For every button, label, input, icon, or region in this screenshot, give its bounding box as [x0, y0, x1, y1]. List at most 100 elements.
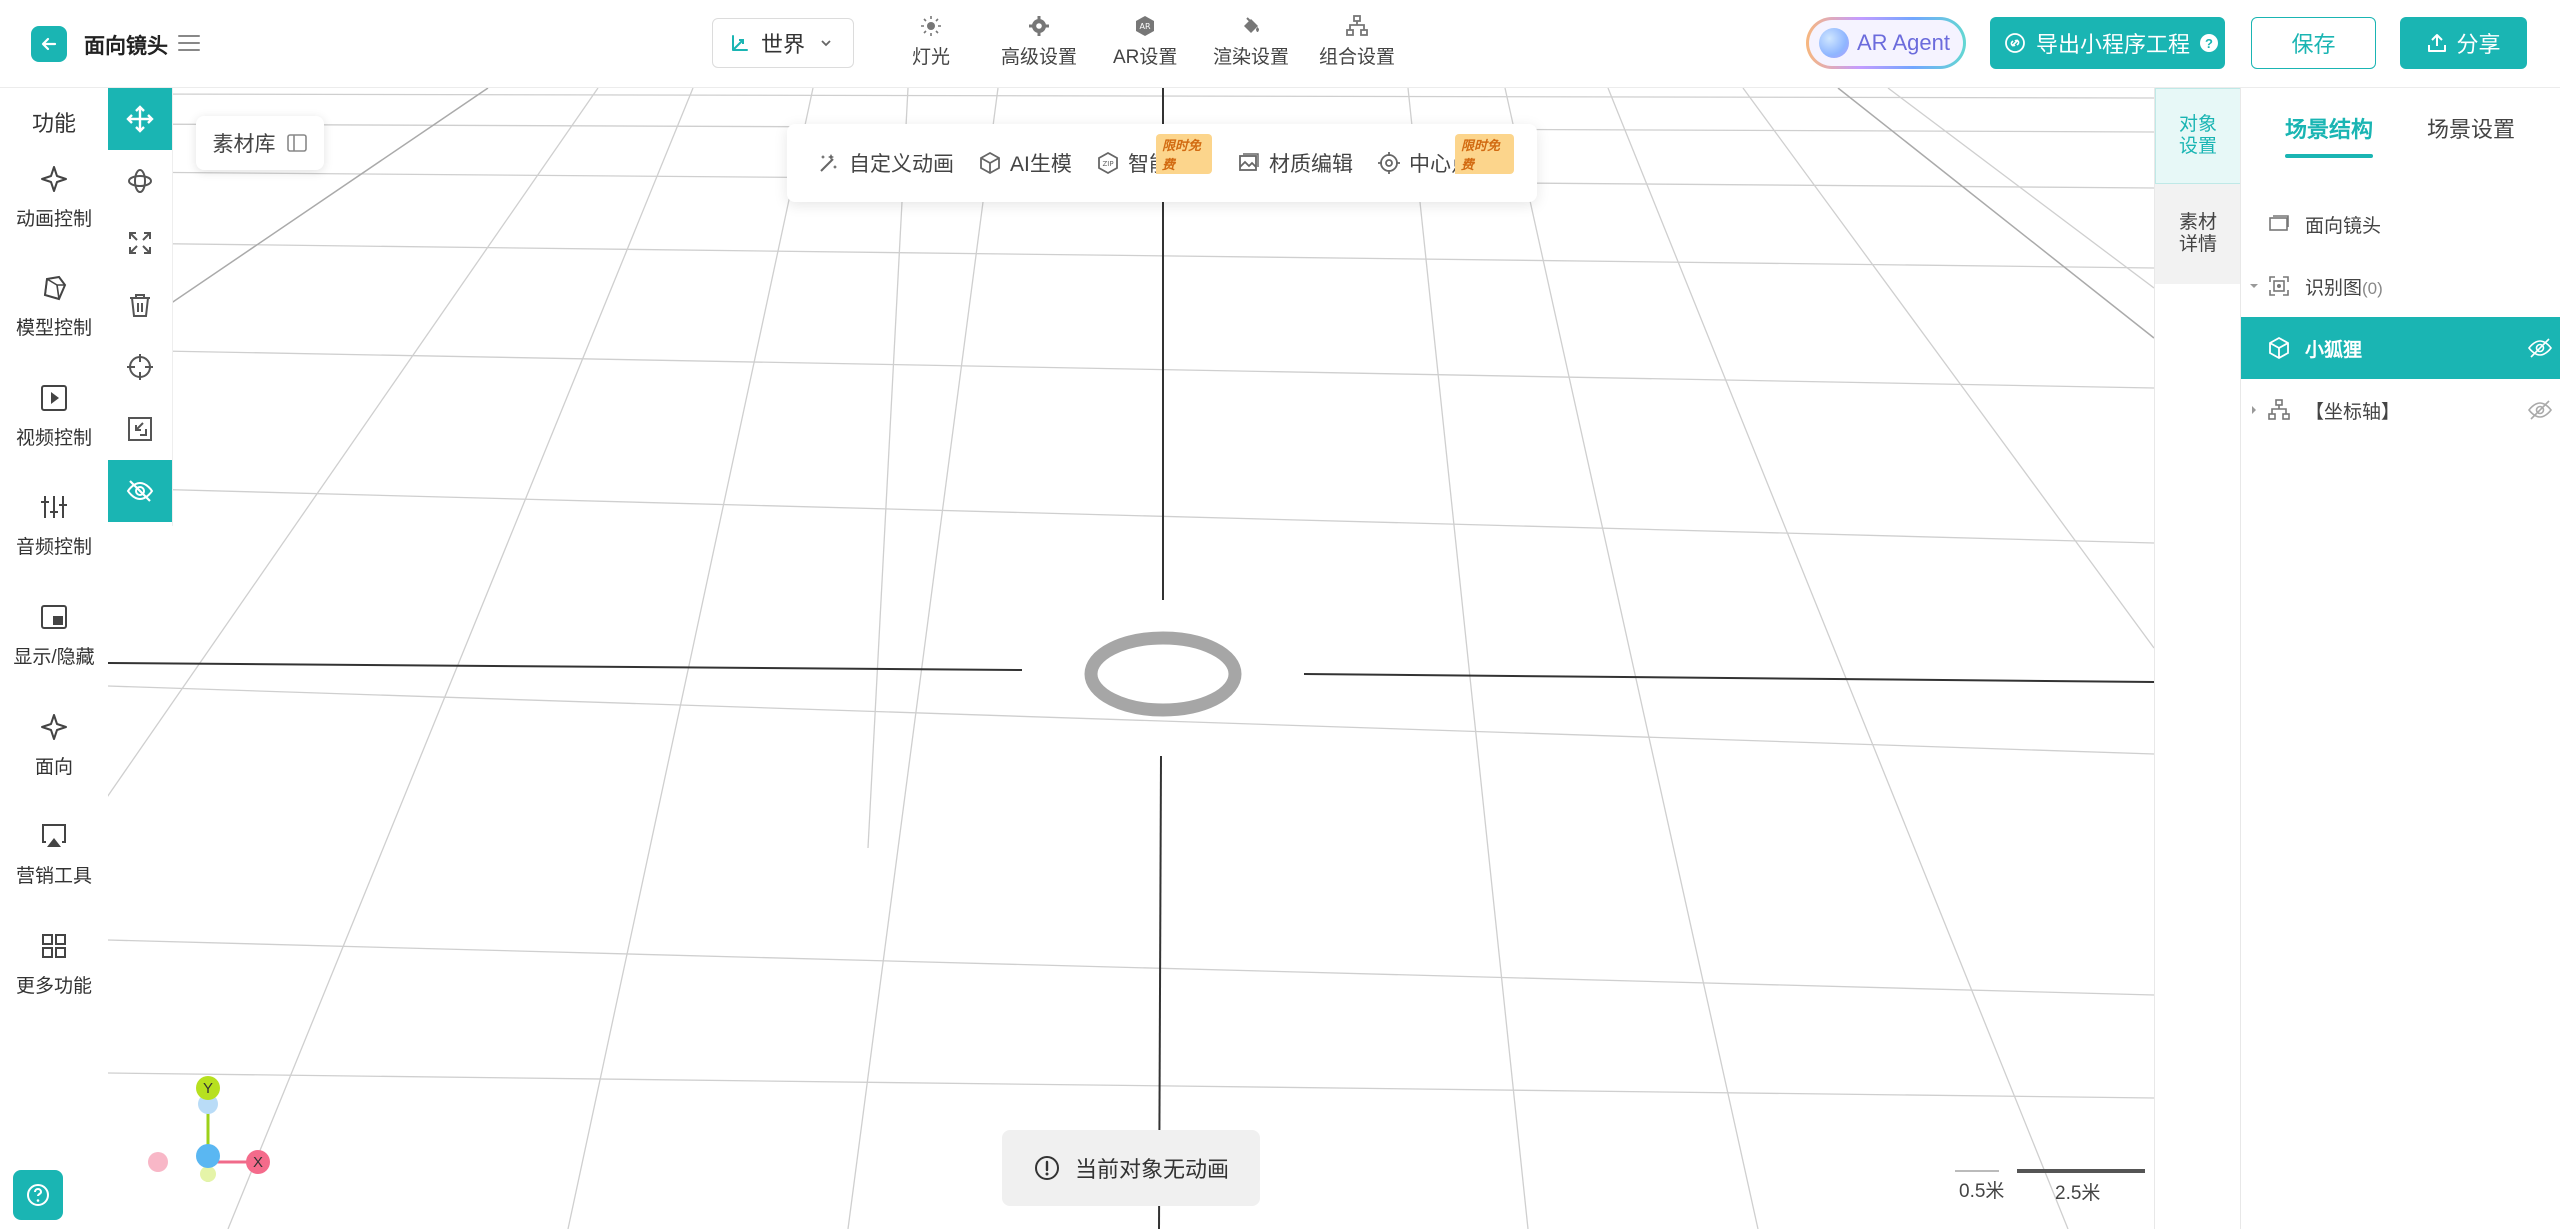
- focus-tool[interactable]: [108, 336, 172, 398]
- gear-icon: [1029, 16, 1049, 36]
- tab-asset-details[interactable]: 素材 详情: [2155, 184, 2241, 284]
- custom-animation-button[interactable]: 自定义动画: [817, 148, 954, 178]
- svg-text:AR: AR: [1140, 22, 1151, 31]
- tool-light[interactable]: 灯光: [912, 14, 950, 69]
- light-icon: [921, 16, 941, 36]
- zip-icon: ZIP: [1098, 151, 1118, 175]
- cube-icon: [43, 275, 67, 301]
- material-edit-label: 材质编辑: [1269, 153, 1353, 176]
- move-tool[interactable]: [108, 88, 172, 150]
- ai-model-label: AI生模: [1010, 153, 1072, 176]
- menu-icon[interactable]: [176, 30, 202, 56]
- sidebar-item-marketing[interactable]: 营销工具: [0, 821, 108, 888]
- model-placeholder-ring[interactable]: [1084, 631, 1242, 717]
- ai-cube-icon: [980, 151, 1000, 175]
- share-button[interactable]: 分享: [2400, 17, 2527, 69]
- limited-free-badge: 限时免费: [1156, 134, 1212, 174]
- sidebar-item-visibility[interactable]: 显示/隐藏: [0, 602, 108, 669]
- axis-icon: [732, 35, 748, 51]
- sidebar-item-more[interactable]: 更多功能: [0, 931, 108, 998]
- function-sidebar-title: 功能: [32, 111, 77, 136]
- transform-toolstrip: [108, 88, 172, 526]
- info-circle-icon: [1034, 1156, 1059, 1180]
- tree-item-axis[interactable]: 【坐标轴】: [2241, 379, 2560, 441]
- toast-message: 当前对象无动画: [1074, 1157, 1229, 1182]
- ar-agent-orb-icon: [1819, 28, 1849, 58]
- hierarchy-icon: [2268, 399, 2290, 420]
- link-icon: [2005, 33, 2025, 53]
- tool-advanced-settings-label: 高级设置: [1001, 47, 1078, 68]
- editor-app: 面向镜头 世界 灯光 高级设置 AR AR设置 渲染设置 组合设置 AR Age…: [0, 0, 2560, 1229]
- tool-light-label: 灯光: [912, 47, 951, 68]
- tab-label-line: 设置: [2178, 136, 2217, 157]
- export-miniprogram-button[interactable]: 导出小程序工程 ?: [1990, 17, 2225, 69]
- caret-down-icon[interactable]: [2249, 281, 2259, 291]
- sidebar-item-label: 显示/隐藏: [13, 647, 95, 668]
- eye-off-icon[interactable]: [2527, 335, 2553, 361]
- equalizer-icon: [41, 496, 67, 518]
- scale-tool[interactable]: [108, 212, 172, 274]
- back-button[interactable]: [31, 26, 67, 62]
- tool-ar-settings[interactable]: AR AR设置: [1113, 14, 1177, 69]
- caret-right-icon[interactable]: [2249, 405, 2259, 415]
- tab-scene-structure[interactable]: 场景结构: [2285, 112, 2374, 158]
- magic-wand-icon: [820, 154, 837, 172]
- paint-bucket-icon: [1244, 17, 1259, 33]
- sparkle-icon: [41, 166, 67, 192]
- help-circle-icon[interactable]: ?: [2200, 34, 2219, 52]
- pivot-edit-button[interactable]: 限时免费 中心点修改: [1377, 134, 1514, 178]
- sidebar-item-label: 模型控制: [15, 318, 92, 339]
- sidebar-item-label: 动画控制: [15, 209, 92, 230]
- ai-model-button[interactable]: AI生模: [978, 148, 1072, 178]
- axis-y-label: Y: [203, 1080, 213, 1097]
- save-button[interactable]: 保存: [2251, 17, 2376, 69]
- export-label: 导出小程序工程: [2036, 32, 2191, 57]
- asset-library-toggle[interactable]: 素材库: [196, 116, 324, 170]
- tree-item-count: (0): [2362, 278, 2383, 298]
- tree-item-label: 【坐标轴】: [2305, 401, 2401, 423]
- tab-object-settings[interactable]: 对象 设置: [2155, 88, 2241, 184]
- eye-off-icon: [126, 480, 154, 502]
- arrow-left-icon: [41, 37, 57, 51]
- 3d-viewport[interactable]: [108, 88, 2154, 1229]
- crosshair-icon: [1378, 152, 1400, 174]
- cube-icon: [2269, 336, 2289, 360]
- tool-group-settings-label: 组合设置: [1319, 47, 1396, 68]
- ar-agent-button[interactable]: AR Agent: [1806, 17, 1966, 69]
- sparkle-outline-icon: [41, 714, 67, 740]
- tree-item-text: 识别图: [2305, 277, 2363, 299]
- smart-optimize-button[interactable]: 限时免费 ZIP 智能优化: [1096, 134, 1212, 178]
- top-bar: 面向镜头 世界 灯光 高级设置 AR AR设置 渲染设置 组合设置 AR Age…: [0, 0, 2560, 88]
- tab-label-line: 素材: [2178, 212, 2217, 233]
- sidebar-item-animation[interactable]: 动画控制: [0, 164, 108, 231]
- sidebar-item-model[interactable]: 模型控制: [0, 273, 108, 340]
- tab-scene-settings[interactable]: 场景设置: [2427, 112, 2515, 144]
- tool-advanced-settings[interactable]: 高级设置: [1001, 14, 1077, 69]
- tree-item-recognition-image[interactable]: 识别图(0): [2241, 255, 2560, 317]
- sidebar-item-audio[interactable]: 音频控制: [0, 492, 108, 559]
- asset-library-label: 素材库: [212, 133, 276, 156]
- scale-indicator: 0.5米 2.5米: [1955, 1160, 2145, 1210]
- tool-render-settings[interactable]: 渲染设置: [1213, 14, 1289, 69]
- tree-item-little-fox[interactable]: 小狐狸: [2241, 317, 2560, 379]
- limited-free-badge: 限时免费: [1455, 134, 1514, 174]
- sidebar-item-label: 营销工具: [15, 866, 92, 887]
- eye-off-icon[interactable]: [2527, 397, 2553, 423]
- ar-icon: AR: [1136, 16, 1155, 36]
- question-circle-icon: [27, 1184, 49, 1206]
- hide-tool[interactable]: [108, 460, 172, 522]
- tree-item-facing-camera[interactable]: 面向镜头: [2241, 193, 2560, 255]
- coordinate-space-select[interactable]: 世界: [712, 18, 854, 68]
- axis-gizmo[interactable]: Y X: [140, 1070, 280, 1200]
- help-button[interactable]: [13, 1170, 63, 1220]
- delete-tool[interactable]: [108, 274, 172, 336]
- sidebar-item-video[interactable]: 视频控制: [0, 383, 108, 450]
- svg-text:ZIP: ZIP: [1102, 160, 1113, 168]
- fit-tool[interactable]: [108, 398, 172, 460]
- material-edit-button[interactable]: 材质编辑: [1237, 148, 1353, 178]
- sidebar-item-facing[interactable]: 面向: [0, 712, 108, 779]
- rotate-tool[interactable]: [108, 150, 172, 212]
- scale-small-label: 0.5米: [1959, 1181, 2005, 1202]
- tool-group-settings[interactable]: 组合设置: [1319, 14, 1395, 69]
- ar-agent-label: AR Agent: [1857, 30, 1950, 55]
